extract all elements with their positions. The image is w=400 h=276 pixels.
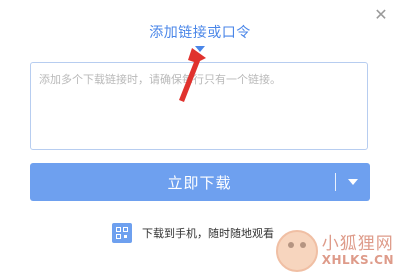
- add-link-dialog: ✕ 添加链接或口令 立即下载 下载到手机，随时随地观看 小狐狸网 XHLKS.C…: [0, 0, 400, 276]
- download-to-phone-link[interactable]: 下载到手机，随时随地观看: [112, 223, 274, 243]
- download-to-phone-label: 下载到手机，随时随地观看: [142, 227, 274, 240]
- title-caret-icon: [195, 46, 205, 52]
- download-options-button[interactable]: [336, 163, 370, 201]
- caret-down-icon: [348, 179, 358, 185]
- qr-code-icon: [112, 223, 132, 243]
- watermark-en: XHLKS.CN: [321, 252, 394, 267]
- link-input[interactable]: [30, 62, 368, 150]
- dialog-title[interactable]: 添加链接或口令: [149, 22, 251, 42]
- download-button-label[interactable]: 立即下载: [30, 172, 335, 193]
- watermark: 小狐狸网 XHLKS.CN: [275, 230, 394, 272]
- fox-logo-icon: [275, 230, 318, 272]
- download-button[interactable]: 立即下载: [30, 163, 370, 201]
- title-container: 添加链接或口令: [0, 22, 400, 42]
- close-icon[interactable]: ✕: [374, 7, 388, 23]
- watermark-cn: 小狐狸网: [321, 234, 394, 255]
